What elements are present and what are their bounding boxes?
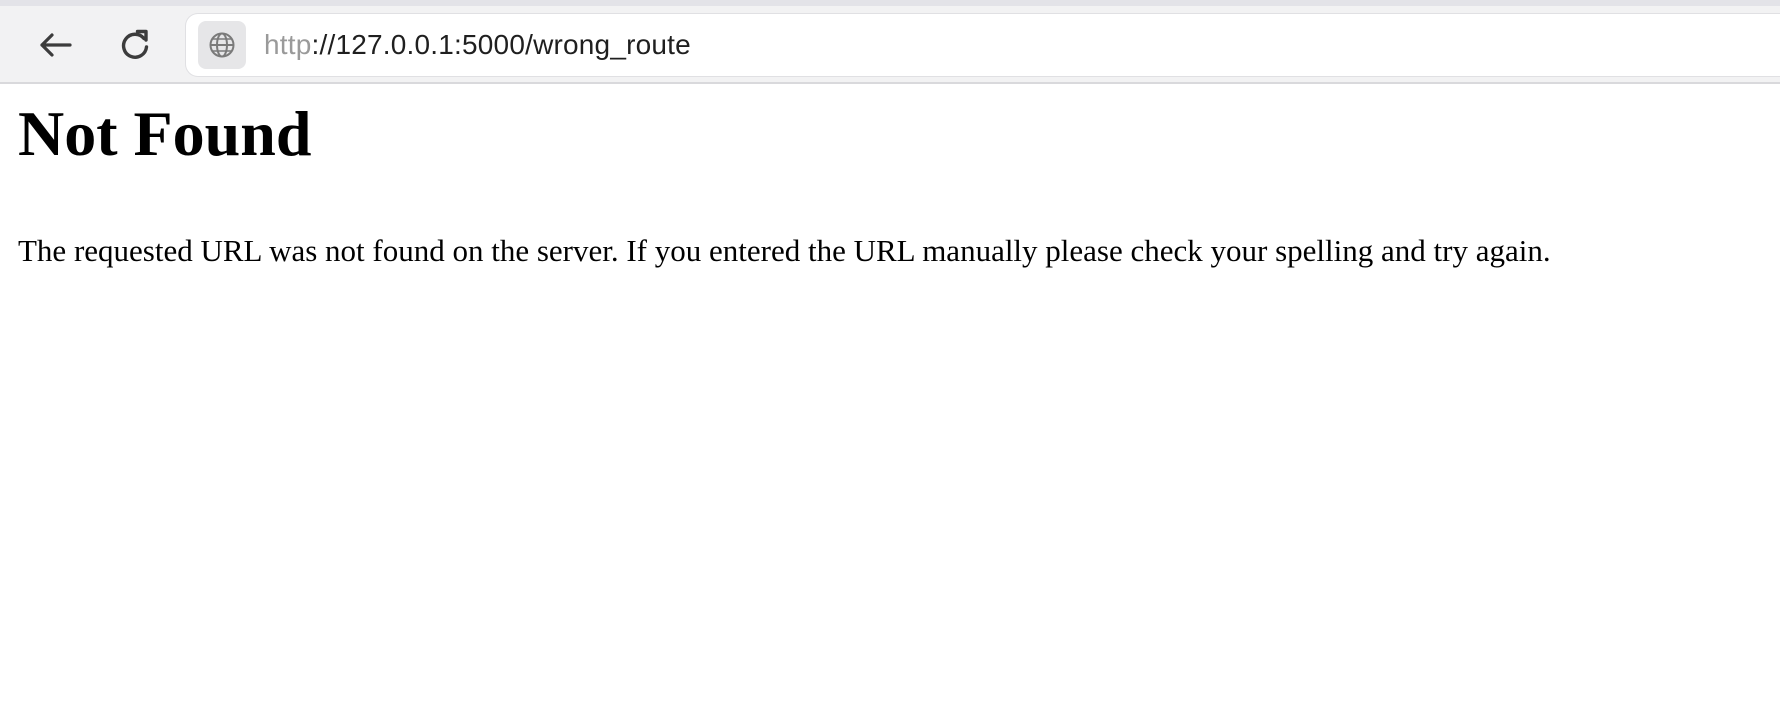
reload-icon xyxy=(121,29,149,59)
globe-icon xyxy=(209,32,235,58)
browser-toolbar: http://127.0.0.1:5000/wrong_route xyxy=(0,6,1780,84)
arrow-left-icon xyxy=(40,33,72,57)
back-button[interactable] xyxy=(32,22,78,68)
url-path: ://127.0.0.1:5000/wrong_route xyxy=(311,29,691,60)
url-text[interactable]: http://127.0.0.1:5000/wrong_route xyxy=(264,29,691,61)
url-scheme: http xyxy=(264,29,312,60)
reload-button[interactable] xyxy=(112,22,158,68)
site-info-button[interactable] xyxy=(198,21,246,69)
error-message: The requested URL was not found on the s… xyxy=(18,233,1551,268)
page-content: Not Found The requested URL was not foun… xyxy=(0,86,1780,710)
address-bar[interactable]: http://127.0.0.1:5000/wrong_route xyxy=(186,14,1780,76)
page-title: Not Found xyxy=(18,98,312,169)
